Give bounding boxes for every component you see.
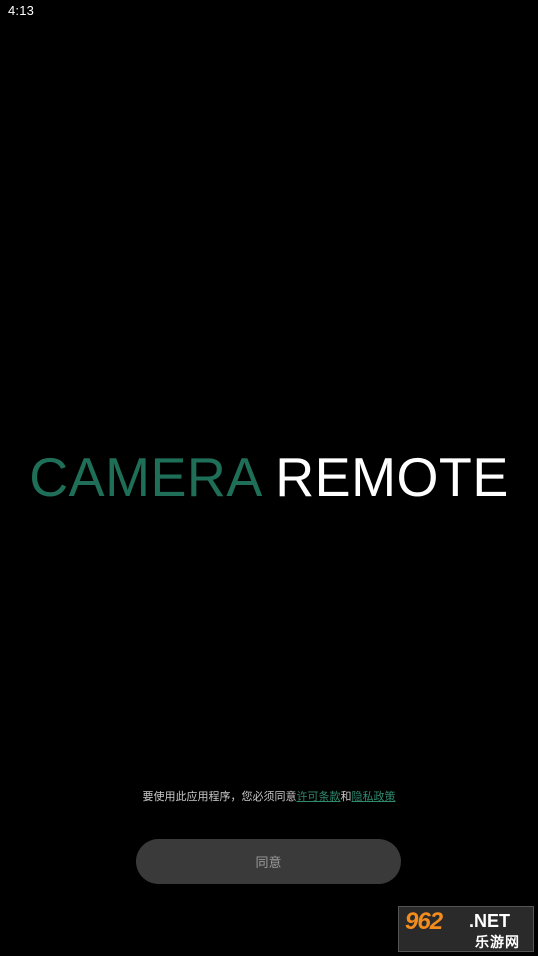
status-time: 4:13 — [8, 3, 35, 18]
logo-word-camera: CAMERA — [29, 446, 260, 508]
consent-text: 要使用此应用程序，您必须同意许可条款和隐私政策 — [0, 788, 538, 806]
app-screen: 4:13 CAMERA REMOTE 要使用此应用程序，您必须同意许可条款和隐私… — [0, 0, 538, 956]
logo-word-remote: REMOTE — [275, 446, 509, 508]
watermark-chinese: 乐游网 — [475, 935, 520, 951]
consent-prefix: 要使用此应用程序，您必须同意 — [142, 790, 297, 803]
consent-joiner: 和 — [340, 790, 352, 803]
watermark-domain: .NET — [469, 911, 511, 931]
app-logo: CAMERA REMOTE — [5, 444, 532, 510]
privacy-policy-link[interactable]: 隐私政策 — [352, 790, 396, 803]
status-bar: 4:13 — [0, 0, 538, 24]
watermark-number: 962 — [405, 908, 443, 935]
site-watermark: 962 .NET 乐游网 — [398, 906, 534, 952]
agree-button[interactable]: 同意 — [136, 839, 401, 884]
license-terms-link[interactable]: 许可条款 — [297, 790, 341, 803]
